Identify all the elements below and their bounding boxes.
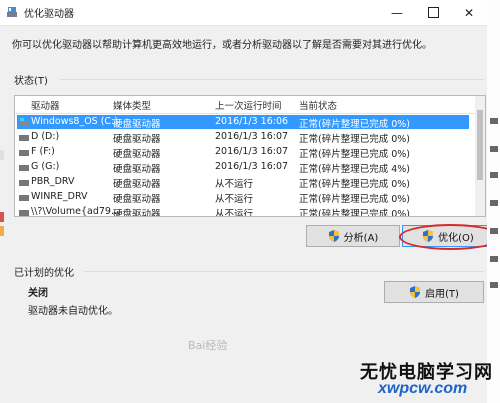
background-icon [490,256,498,262]
schedule-state: 关闭 [28,288,48,299]
scheduled-section-label: 已计划的优化 [14,268,74,279]
column-header-last-run[interactable]: 上一次运行时间 [215,98,282,112]
background-window-edge [0,212,4,222]
background-icon [490,118,498,124]
drive-status: 正常(碎片整理已完成 0%) [299,149,411,160]
windows-drive-icon [19,118,29,126]
drive-status: 正常(碎片整理已完成 0%) [299,134,411,145]
column-header-status[interactable]: 当前状态 [299,98,337,112]
background-icon [490,282,498,288]
drive-last-run: 2016/1/3 16:06 [215,116,289,127]
highlight-ring [399,224,500,250]
baidu-watermark: Bai经验 [188,339,228,352]
background-icon [490,172,498,178]
drive-last-run: 从不运行 [215,179,254,190]
drive-media: 硬盘驱动器 [113,179,161,190]
status-divider [60,79,484,80]
drive-last-run: 2016/1/3 16:07 [215,161,289,172]
drive-icon [19,210,29,216]
drive-media: 硬盘驱动器 [113,119,161,130]
enable-label: 启用(T) [425,288,459,300]
minimize-button[interactable]: — [379,0,415,25]
background-window-strip [487,0,500,403]
drive-name: PBR_DRV [31,176,75,187]
drive-name: Windows8_OS (C:) [31,116,118,127]
drive-icon [19,150,29,156]
drive-row-winre[interactable]: WINRE_DRV 硬盘驱动器 从不运行 正常(碎片整理已完成 0%) [17,190,469,205]
intro-text: 你可以优化驱动器以帮助计算机更高效地运行，或者分析驱动器以了解是否需要对其进行优… [12,40,432,51]
drive-last-run: 从不运行 [215,209,254,217]
column-header-drive[interactable]: 驱动器 [31,98,60,112]
drive-status: 正常(碎片整理已完成 0%) [299,119,411,130]
drive-media: 硬盘驱动器 [113,209,161,217]
optimize-drives-icon [7,7,17,17]
site-watermark-url: xwpcw.com [378,380,468,397]
background-icon [490,228,498,234]
drives-list[interactable]: 驱动器 媒体类型 上一次运行时间 当前状态 Windows8_OS (C:) 硬… [14,95,486,217]
drive-row-f[interactable]: F (F:) 硬盘驱动器 2016/1/3 16:07 正常(碎片整理已完成 0… [17,145,469,160]
drive-name: WINRE_DRV [31,191,88,202]
optimize-drives-window: 优化驱动器 — ✕ 你可以优化驱动器以帮助计算机更高效地运行，或者分析驱动器以了… [0,0,500,403]
uac-shield-icon [328,230,339,242]
drive-media: 硬盘驱动器 [113,194,161,205]
analyze-label: 分析(A) [343,232,379,244]
scrollbar-thumb[interactable] [477,110,483,180]
column-header-media[interactable]: 媒体类型 [113,98,151,112]
drive-media: 硬盘驱动器 [113,149,161,160]
minimize-icon: — [391,5,403,20]
background-window-edge [0,150,4,160]
drive-row-c[interactable]: Windows8_OS (C:) 硬盘驱动器 2016/1/3 16:06 正常… [17,115,469,130]
drive-name: \\?\Volume{ad79... [31,206,121,217]
background-icon [490,200,498,206]
drive-status: 正常(碎片整理已完成 4%) [299,164,411,175]
title-bar: 优化驱动器 — ✕ [0,0,487,26]
drive-last-run: 2016/1/3 16:07 [215,131,289,142]
drive-icon [19,135,29,141]
maximize-icon [427,7,439,18]
scheduled-divider [84,271,484,272]
drive-row-pbr[interactable]: PBR_DRV 硬盘驱动器 从不运行 正常(碎片整理已完成 0%) [17,175,469,190]
schedule-description: 驱动器未自动优化。 [28,306,118,317]
list-scrollbar[interactable] [475,96,485,216]
uac-shield-icon [410,286,421,298]
drive-status: 正常(碎片整理已完成 0%) [299,179,411,190]
list-header: 驱动器 媒体类型 上一次运行时间 当前状态 [15,96,475,114]
drive-name: D (D:) [31,131,60,142]
drive-row-d[interactable]: D (D:) 硬盘驱动器 2016/1/3 16:07 正常(碎片整理已完成 0… [17,130,469,145]
drive-icon [19,195,29,201]
drive-last-run: 2016/1/3 16:07 [215,146,289,157]
background-icon [490,146,498,152]
analyze-button[interactable]: 分析(A) [306,225,400,247]
close-icon: ✕ [463,5,475,20]
drive-icon [19,165,29,171]
enable-button[interactable]: 启用(T) [384,281,484,303]
drive-name: F (F:) [31,146,55,157]
drive-media: 硬盘驱动器 [113,134,161,145]
close-button[interactable]: ✕ [451,0,487,25]
drive-status: 正常(碎片整理已完成 0%) [299,209,411,217]
drive-media: 硬盘驱动器 [113,164,161,175]
drive-row-volume[interactable]: \\?\Volume{ad79... 硬盘驱动器 从不运行 正常(碎片整理已完成… [17,205,469,217]
drive-icon [19,180,29,186]
drive-row-g[interactable]: G (G:) 硬盘驱动器 2016/1/3 16:07 正常(碎片整理已完成 4… [17,160,469,175]
drive-status: 正常(碎片整理已完成 0%) [299,194,411,205]
background-window-edge [0,226,4,236]
drive-last-run: 从不运行 [215,194,254,205]
window-title: 优化驱动器 [24,9,74,20]
status-label: 状态(T) [14,76,48,87]
maximize-button[interactable] [415,0,451,25]
drive-name: G (G:) [31,161,60,172]
